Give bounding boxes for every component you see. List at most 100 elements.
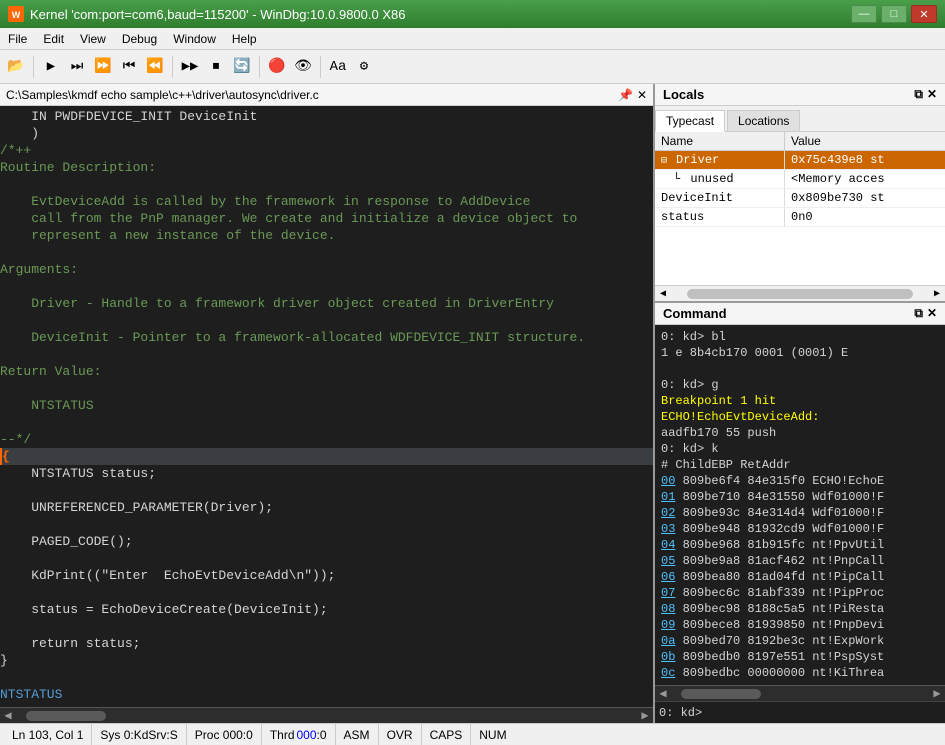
locals-row[interactable]: status0n0 [655, 208, 945, 227]
minimize-button[interactable]: — [851, 5, 877, 23]
status-asm: ASM [336, 724, 379, 745]
tab-locations[interactable]: Locations [727, 110, 800, 131]
command-copy-icon[interactable]: ⧉ [914, 306, 923, 321]
command-output-line: 0c 809bedbc 00000000 nt!KiThrea [661, 665, 939, 681]
toolbar-step1[interactable]: ▶ [39, 55, 63, 79]
locals-rows: ⊟ Driver0x75c439e8 st└ unused<Memory acc… [655, 151, 945, 227]
locals-close-icon[interactable]: ✕ [927, 87, 937, 102]
code-line [0, 669, 653, 686]
code-line [0, 278, 653, 295]
titlebar-title: Kernel 'com:port=com6,baud=115200' - Win… [30, 7, 405, 22]
cmd-scroll-thumb[interactable] [681, 689, 761, 699]
command-output-line [661, 361, 939, 377]
command-output-line: 09 809bece8 81939850 nt!PnpDevi [661, 617, 939, 633]
statusbar: Ln 103, Col 1 Sys 0:KdSrv:S Proc 000:0 T… [0, 723, 945, 745]
command-input[interactable] [702, 706, 941, 720]
command-output-line: Breakpoint 1 hit [661, 393, 939, 409]
code-line [0, 482, 653, 499]
command-output-line: 0a 809bed70 8192be3c nt!ExpWork [661, 633, 939, 649]
menu-edit[interactable]: Edit [35, 30, 72, 48]
command-output-line: 08 809bec98 8188c5a5 nt!PiResta [661, 601, 939, 617]
hscroll-thumb[interactable] [26, 711, 106, 721]
locals-scroll-thumb[interactable] [687, 289, 913, 299]
locals-scroll-left[interactable]: ◀ [655, 288, 671, 300]
status-num: NUM [471, 724, 514, 745]
locals-row[interactable]: DeviceInit0x809be730 st [655, 189, 945, 208]
code-line [0, 312, 653, 329]
code-line [0, 244, 653, 261]
toolbar-sep-2 [172, 56, 173, 78]
tab-typecast[interactable]: Typecast [655, 110, 725, 132]
command-header-icons: ⧉ ✕ [914, 306, 937, 321]
toolbar-sep-1 [33, 56, 34, 78]
toolbar-sep-3 [259, 56, 260, 78]
toolbar-watch[interactable]: 👁 [291, 55, 315, 79]
toolbar-break[interactable]: ⏹ [204, 55, 228, 79]
locals-copy-icon[interactable]: ⧉ [914, 87, 923, 102]
locals-scrollbar[interactable]: ◀ ▶ [655, 285, 945, 301]
locals-tabs: Typecast Locations [655, 106, 945, 132]
status-thrd: Thrd 000:0 [262, 724, 336, 745]
command-output-line: 05 809be9a8 81acf462 nt!PnpCall [661, 553, 939, 569]
code-line [0, 618, 653, 635]
code-line: --*/ [0, 431, 653, 448]
code-line: } [0, 652, 653, 669]
toolbar: 📂 ▶ ⏭ ⏩ ⏮ ⏪ ▶▶ ⏹ 🔄 🔴 👁 Aa ⚙ [0, 50, 945, 84]
toolbar-font[interactable]: Aa [326, 55, 350, 79]
command-hscrollbar[interactable]: ◀ ▶ [655, 685, 945, 701]
menu-file[interactable]: File [0, 30, 35, 48]
main-content: C:\Samples\kmdf echo sample\c++\driver\a… [0, 84, 945, 723]
toolbar-bp[interactable]: 🔴 [265, 55, 289, 79]
hscroll-left-arrow[interactable]: ◀ [0, 708, 16, 723]
col-value: Value [785, 132, 945, 150]
code-content[interactable]: #if DBG EchoPrintDriverVersion();#endif … [0, 106, 653, 707]
code-hscrollbar[interactable]: ◀ ▶ [0, 707, 653, 723]
cmd-hscroll-left[interactable]: ◀ [655, 686, 671, 701]
code-line: Arguments: [0, 261, 653, 278]
menu-debug[interactable]: Debug [114, 30, 165, 48]
code-scroll-area[interactable]: #if DBG EchoPrintDriverVersion();#endif … [0, 106, 653, 707]
code-line: PAGED_CODE(); [0, 533, 653, 550]
command-close-icon[interactable]: ✕ [927, 306, 937, 321]
titlebar-controls: — □ ✕ [851, 5, 937, 23]
code-pin-icon[interactable]: 📌 [618, 88, 633, 102]
code-line: NTSTATUS [0, 686, 653, 703]
code-line: ) [0, 125, 653, 142]
code-line [0, 346, 653, 363]
hscroll-right-arrow[interactable]: ▶ [637, 708, 653, 723]
cmd-hscroll-right[interactable]: ▶ [929, 686, 945, 701]
toolbar-restart[interactable]: 🔄 [230, 55, 254, 79]
locals-row[interactable]: └ unused<Memory acces [655, 170, 945, 189]
toolbar-step2[interactable]: ⏭ [65, 55, 89, 79]
toolbar-run[interactable]: ▶▶ [178, 55, 202, 79]
command-output-line: 03 809be948 81932cd9 Wdf01000!F [661, 521, 939, 537]
toolbar-step3[interactable]: ⏩ [91, 55, 115, 79]
command-output-line: 07 809bec6c 81abf339 nt!PipProc [661, 585, 939, 601]
locals-row[interactable]: ⊟ Driver0x75c439e8 st [655, 151, 945, 170]
command-output-line: 0b 809bedb0 8197e551 nt!PspSyst [661, 649, 939, 665]
toolbar-step4[interactable]: ⏮ [117, 55, 141, 79]
menu-window[interactable]: Window [165, 30, 224, 48]
code-close-icon[interactable]: ✕ [637, 88, 647, 102]
status-ln: Ln 103, Col 1 [4, 724, 92, 745]
maximize-button[interactable]: □ [881, 5, 907, 23]
locals-col-headers: Name Value [655, 132, 945, 151]
toolbar-step5[interactable]: ⏪ [143, 55, 167, 79]
svg-text:W: W [12, 10, 21, 20]
locals-title: Locals [663, 87, 704, 102]
code-line: UNREFERENCED_PARAMETER(Driver); [0, 499, 653, 516]
locals-scroll-right[interactable]: ▶ [929, 288, 945, 300]
code-line: represent a new instance of the device. [0, 227, 653, 244]
code-line: call from the PnP manager. We create and… [0, 210, 653, 227]
toolbar-settings[interactable]: ⚙ [352, 55, 376, 79]
command-output-line: 1 e 8b4cb170 0001 (0001) E [661, 345, 939, 361]
locals-table: Name Value ⊟ Driver0x75c439e8 st└ unused… [655, 132, 945, 285]
close-button[interactable]: ✕ [911, 5, 937, 23]
menu-view[interactable]: View [72, 30, 114, 48]
toolbar-open[interactable]: 📂 [4, 55, 28, 79]
code-line: return status; [0, 635, 653, 652]
menu-help[interactable]: Help [224, 30, 265, 48]
toolbar-sep-4 [320, 56, 321, 78]
code-header-icons: 📌 ✕ [618, 88, 647, 102]
command-prompt: 0: kd> [659, 706, 702, 720]
